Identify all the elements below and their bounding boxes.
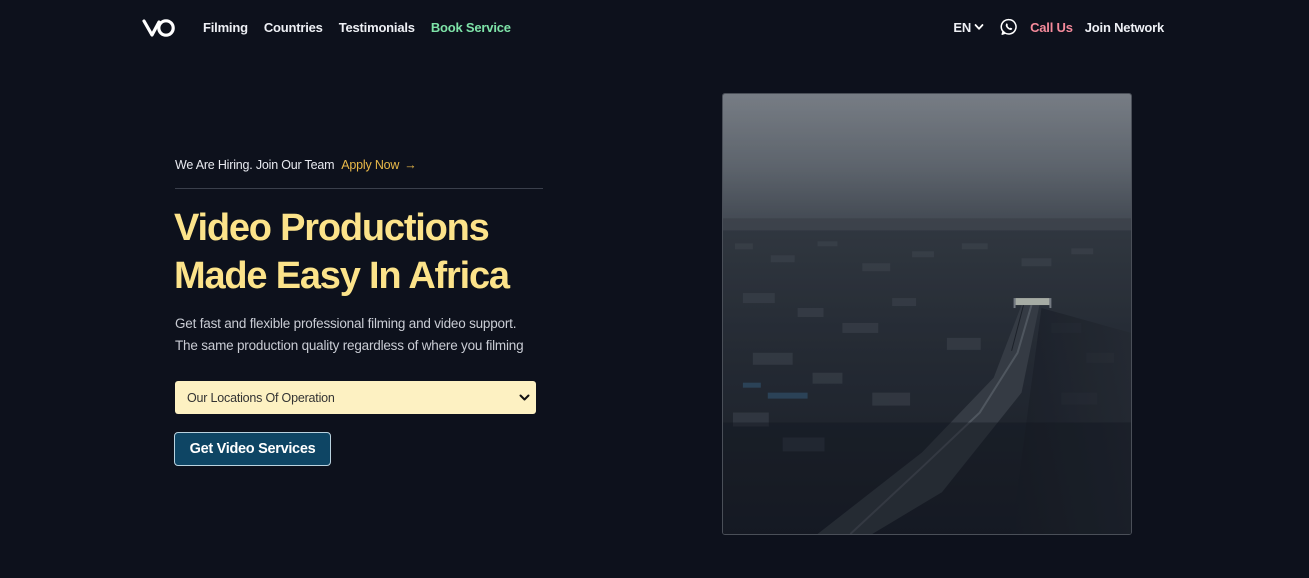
hero-city-image bbox=[722, 93, 1132, 535]
call-us-link[interactable]: Call Us bbox=[1030, 20, 1073, 35]
headline-line-2: Made Easy In Africa bbox=[174, 255, 510, 297]
logo-icon[interactable] bbox=[142, 16, 176, 40]
headline-line-1: Video Productions bbox=[174, 207, 490, 249]
chevron-down-icon bbox=[974, 24, 984, 30]
apply-now-label: Apply Now bbox=[341, 158, 400, 172]
nav-link-countries[interactable]: Countries bbox=[264, 20, 323, 35]
hero-description: Get fast and flexible professional filmi… bbox=[175, 313, 575, 357]
description-line-2: The same production quality regardless o… bbox=[175, 338, 524, 353]
hiring-text: We Are Hiring. Join Our Team bbox=[175, 158, 335, 172]
nav-link-testimonials[interactable]: Testimonials bbox=[339, 20, 415, 35]
primary-nav: Filming Countries Testimonials Book Serv… bbox=[203, 20, 511, 35]
top-nav: Filming Countries Testimonials Book Serv… bbox=[0, 0, 1309, 56]
language-selector[interactable]: EN bbox=[953, 20, 984, 35]
chevron-down-icon bbox=[519, 394, 530, 401]
divider bbox=[175, 188, 543, 189]
nav-link-filming[interactable]: Filming bbox=[203, 20, 248, 35]
nav-link-book-service[interactable]: Book Service bbox=[431, 20, 511, 35]
get-video-services-button[interactable]: Get Video Services bbox=[174, 432, 331, 466]
hiring-banner: We Are Hiring. Join Our Team Apply Now → bbox=[175, 158, 417, 172]
join-network-link[interactable]: Join Network bbox=[1085, 20, 1164, 35]
language-label: EN bbox=[953, 19, 972, 35]
description-line-1: Get fast and flexible professional filmi… bbox=[175, 316, 517, 331]
secondary-nav: EN Call Us Join Network bbox=[953, 18, 1164, 36]
page-title: Video Productions Made Easy In Africa bbox=[174, 204, 594, 300]
whatsapp-icon[interactable] bbox=[1000, 18, 1018, 36]
locations-select[interactable]: Our Locations Of Operation bbox=[175, 381, 536, 414]
arrow-right-icon: → bbox=[404, 158, 417, 172]
apply-now-link[interactable]: Apply Now → bbox=[341, 158, 416, 172]
locations-select-value: Our Locations Of Operation bbox=[187, 390, 335, 405]
